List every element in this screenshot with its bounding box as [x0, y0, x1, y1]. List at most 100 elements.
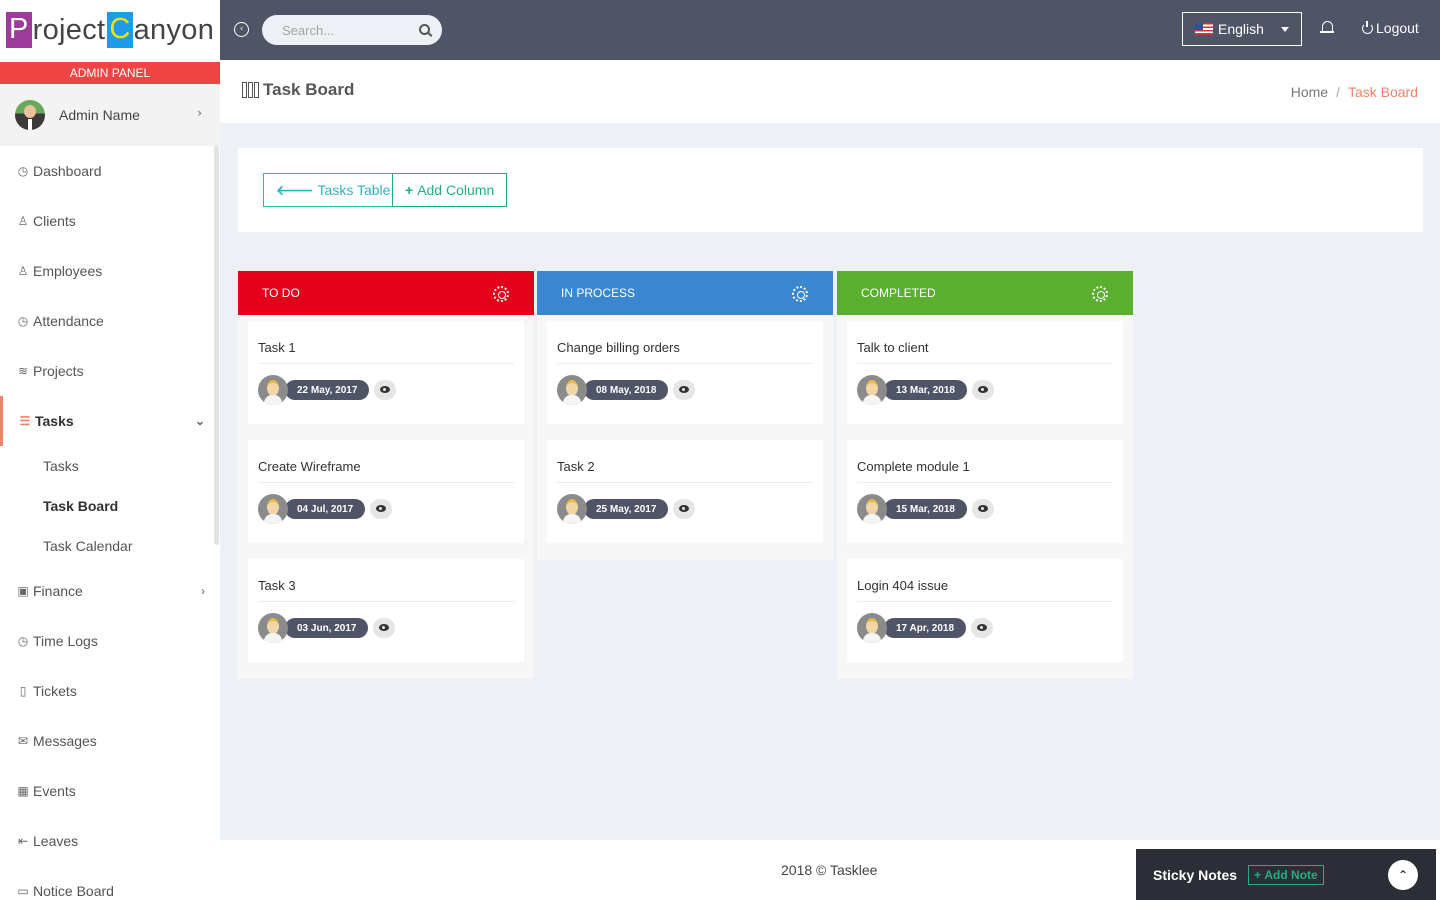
task-title[interactable]: Change billing orders [557, 321, 813, 364]
board-column: IN PROCESS Change billing orders 08 May, 2… [537, 271, 833, 560]
logo-area[interactable]: Project Canyon [0, 0, 220, 60]
eye-icon[interactable] [673, 380, 696, 400]
gear-icon[interactable] [1092, 286, 1108, 302]
eye-icon[interactable] [971, 380, 994, 400]
sidebar-item-label: Attendance [33, 313, 104, 329]
due-date-badge: 22 May, 2017 [285, 380, 370, 400]
task-card[interactable]: Login 404 issue 17 Apr, 2018 [847, 559, 1123, 662]
chevron-up-icon[interactable]: ⌃ [1388, 860, 1418, 890]
search-icon[interactable] [419, 24, 430, 35]
breadcrumb: Home / Task Board [1291, 84, 1418, 100]
sidebar-item-label: Dashboard [33, 163, 102, 179]
sidebar-item-label: Time Logs [33, 633, 98, 649]
admin-panel-banner: ADMIN PANEL [0, 62, 220, 84]
sidebar-item-notice-board[interactable]: ▭ Notice Board [0, 866, 220, 900]
footer-copyright: 2018 © Tasklee [781, 862, 878, 878]
eye-icon[interactable] [370, 499, 393, 519]
chevron-down-icon: ⌄ [194, 414, 205, 428]
sidebar-item-label: Leaves [33, 833, 79, 849]
sidebar-item-attendance[interactable]: ◷ Attendance [0, 296, 220, 346]
layers-icon: ≋ [17, 364, 29, 378]
task-title[interactable]: Task 3 [258, 559, 514, 602]
sidebar-subitem-task-calendar[interactable]: Task Calendar [0, 526, 220, 566]
sidebar-subitem-task-board[interactable]: Task Board [0, 486, 220, 526]
task-card[interactable]: Task 1 22 May, 2017 [248, 321, 524, 424]
add-note-button[interactable]: + Add Note [1248, 864, 1324, 885]
column-cards: Talk to client 13 Mar, 2018 Complete modul… [837, 315, 1133, 679]
logo[interactable]: Project Canyon [6, 12, 214, 48]
sidebar-item-label: Clients [33, 213, 76, 229]
sidebar-item-label: Events [33, 783, 76, 799]
sidebar-item-dashboard[interactable]: ◷ Dashboard [0, 146, 220, 196]
task-title[interactable]: Task 2 [557, 440, 813, 483]
us-flag-icon [1195, 23, 1213, 35]
sidebar-item-label: Tickets [33, 683, 77, 699]
eye-icon[interactable] [373, 618, 396, 638]
gear-icon[interactable] [792, 286, 808, 302]
sidebar-item-tasks[interactable]: ☰ Tasks ⌄ [0, 396, 220, 446]
sidebar-item-time-logs[interactable]: ◷ Time Logs [0, 616, 220, 666]
breadcrumb-separator: / [1336, 84, 1340, 100]
eye-icon[interactable] [374, 380, 397, 400]
sticky-notes-label: Sticky Notes [1153, 866, 1238, 883]
plus-icon: + [405, 182, 414, 198]
task-meta: 04 Jul, 2017 [258, 494, 514, 524]
sidebar-item-events[interactable]: ▦ Events [0, 766, 220, 816]
add-column-button[interactable]: + Add Column [392, 173, 508, 207]
sidebar-subitem-tasks[interactable]: Tasks [0, 446, 220, 486]
bell-icon[interactable] [1320, 21, 1334, 33]
breadcrumb-home[interactable]: Home [1291, 84, 1328, 100]
user-name: Admin Name [59, 107, 140, 123]
sidebar-item-leaves[interactable]: ⇤ Leaves [0, 816, 220, 866]
due-date-badge: 13 Mar, 2018 [884, 380, 967, 400]
task-title[interactable]: Complete module 1 [857, 440, 1113, 483]
tasks-table-label: Tasks Table [317, 182, 391, 198]
sidebar-item-messages[interactable]: ✉ Messages [0, 716, 220, 766]
task-meta: 25 May, 2017 [557, 494, 813, 524]
eye-icon[interactable] [971, 499, 994, 519]
sidebar-item-tickets[interactable]: ▯ Tickets [0, 666, 220, 716]
sidebar-toggle-icon[interactable]: ‹ [234, 22, 249, 37]
assignee-avatar [557, 375, 587, 405]
task-card[interactable]: Complete module 1 15 Mar, 2018 [847, 440, 1123, 543]
breadcrumb-current: Task Board [1347, 84, 1418, 100]
task-title[interactable]: Create Wireframe [258, 440, 514, 483]
logout-button[interactable]: Logout [1362, 20, 1419, 36]
task-card[interactable]: Task 3 03 Jun, 2017 [248, 559, 524, 662]
sidebar-item-employees[interactable]: ♙ Employees [0, 246, 220, 296]
task-title[interactable]: Login 404 issue [857, 559, 1113, 602]
sidebar-item-label: Finance [33, 583, 83, 599]
column-header: TO DO [238, 271, 534, 315]
arrow-left-icon: 🡐 [276, 181, 314, 198]
user-profile[interactable]: Admin Name › [0, 84, 220, 146]
assignee-avatar [857, 375, 887, 405]
task-title[interactable]: Talk to client [857, 321, 1113, 364]
employees-icon: ♙ [17, 264, 29, 278]
sidebar-scrollbar[interactable] [214, 145, 219, 545]
logout-label: Logout [1376, 20, 1419, 36]
eye-icon[interactable] [673, 499, 696, 519]
due-date-badge: 04 Jul, 2017 [285, 499, 366, 519]
task-title[interactable]: Task 1 [258, 321, 514, 364]
plus-icon: + [1254, 867, 1265, 882]
eye-icon[interactable] [971, 618, 994, 638]
tasks-table-button[interactable]: 🡐 Tasks Table [263, 173, 404, 207]
language-dropdown[interactable]: English [1182, 12, 1302, 46]
assignee-avatar [557, 494, 587, 524]
task-meta: 03 Jun, 2017 [258, 613, 514, 643]
task-card[interactable]: Change billing orders 08 May, 2018 [547, 321, 823, 424]
task-card[interactable]: Talk to client 13 Mar, 2018 [847, 321, 1123, 424]
assignee-avatar [857, 613, 887, 643]
avatar [15, 100, 45, 130]
sidebar-item-label: Employees [33, 263, 103, 279]
task-card[interactable]: Task 2 25 May, 2017 [547, 440, 823, 543]
task-card[interactable]: Create Wireframe 04 Jul, 2017 [248, 440, 524, 543]
task-meta: 13 Mar, 2018 [857, 375, 1113, 405]
sidebar-item-projects[interactable]: ≋ Projects [0, 346, 220, 396]
search-input[interactable] [262, 15, 402, 45]
sidebar-item-clients[interactable]: ♙ Clients [0, 196, 220, 246]
sidebar-item-finance[interactable]: ▣ Finance › [0, 566, 220, 616]
gear-icon[interactable] [493, 286, 509, 302]
column-cards: Change billing orders 08 May, 2018 Task 2 2… [537, 315, 833, 560]
sidebar-item-label: Notice Board [33, 883, 114, 899]
